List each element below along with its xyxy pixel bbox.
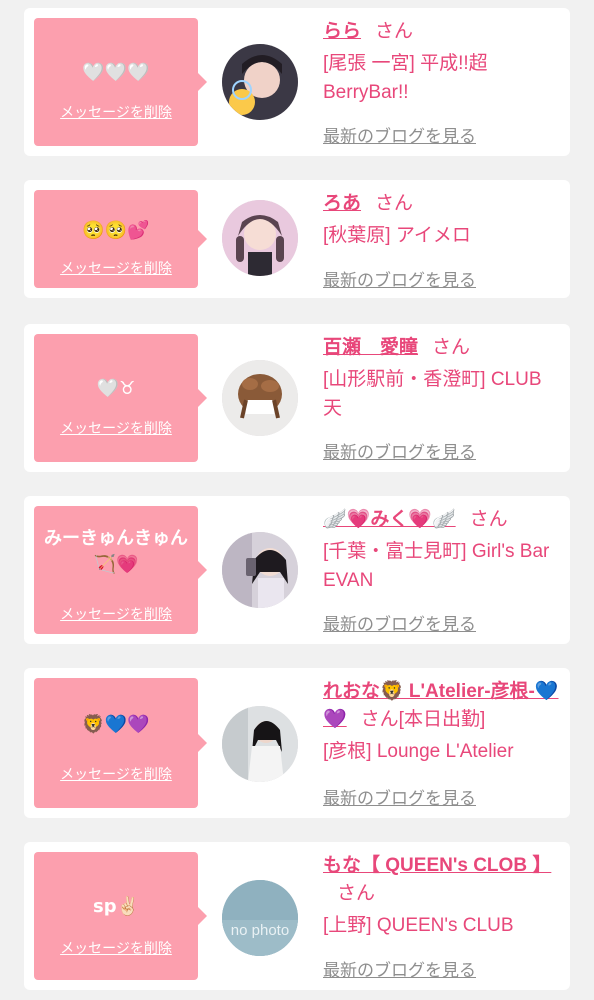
- cast-info: 百瀬 愛瞳 さん [山形駅前・香澄町] CLUB 天: [323, 334, 563, 423]
- view-blog-link[interactable]: 最新のブログを見る: [323, 610, 476, 635]
- avatar[interactable]: [222, 706, 298, 782]
- message-bubble: sp✌🏻 メッセージを削除: [34, 852, 207, 980]
- delete-message-link[interactable]: メッセージを削除: [34, 258, 198, 278]
- message-card: みーきゅんきゅん🏹💗 メッセージを削除 🪽💗みく💗🪽 さん [千葉・富士見町] G…: [24, 496, 570, 644]
- delete-message-link[interactable]: メッセージを削除: [34, 604, 198, 624]
- message-bubble: 🥺🥺💕 メッセージを削除: [34, 190, 207, 288]
- cast-info: ろあ さん [秋葉原] アイメロ: [323, 190, 563, 250]
- delete-message-link[interactable]: メッセージを削除: [34, 102, 198, 122]
- cast-name-link[interactable]: 百瀬 愛瞳: [323, 337, 418, 358]
- cast-info: れおな🦁 L'Atelier-彦根-💙💜 さん[本日出勤] [彦根] Lounge…: [323, 678, 563, 766]
- shop-name: [秋葉原] アイメロ: [323, 225, 471, 246]
- message-text: 🦁💙💜: [82, 714, 150, 735]
- honorific: さん: [432, 337, 471, 358]
- message-bubble: 🤍♉ メッセージを削除: [34, 334, 207, 462]
- honorific: さん: [337, 883, 376, 904]
- message-bubble: 🦁💙💜 メッセージを削除: [34, 678, 207, 808]
- message-card: 🤍🤍🤍 メッセージを削除 らら さん [尾張 一宮] 平成!!超BerryBar!…: [24, 8, 570, 156]
- message-card: 🦁💙💜 メッセージを削除 れおな🦁 L'Atelier-彦根-💙💜 さん[本日出勤…: [24, 668, 570, 818]
- message-text: みーきゅんきゅん🏹💗: [44, 528, 188, 575]
- delete-message-link[interactable]: メッセージを削除: [34, 764, 198, 784]
- shop-name: [山形駅前・香澄町] CLUB 天: [323, 369, 542, 419]
- cast-name-link[interactable]: らら: [323, 21, 361, 42]
- avatar[interactable]: [222, 44, 298, 120]
- message-card: 🥺🥺💕 メッセージを削除 ろあ さん [秋葉原] アイメロ 最新のブログを見る: [24, 180, 570, 298]
- message-text: 🤍🤍🤍: [82, 62, 150, 83]
- delete-message-link[interactable]: メッセージを削除: [34, 418, 198, 438]
- delete-message-link[interactable]: メッセージを削除: [34, 938, 198, 958]
- message-text: 🥺🥺💕: [82, 220, 150, 241]
- avatar[interactable]: [222, 532, 298, 608]
- message-bubble: 🤍🤍🤍 メッセージを削除: [34, 18, 207, 146]
- shop-name: [上野] QUEEN's CLUB: [323, 915, 514, 936]
- message-text: 🤍♉: [96, 378, 136, 399]
- avatar[interactable]: no photo: [222, 880, 298, 956]
- avatar[interactable]: [222, 200, 298, 276]
- view-blog-link[interactable]: 最新のブログを見る: [323, 122, 476, 147]
- honorific: さん[本日出勤]: [360, 709, 486, 730]
- view-blog-link[interactable]: 最新のブログを見る: [323, 266, 476, 291]
- shop-name: [尾張 一宮] 平成!!超BerryBar!!: [323, 53, 488, 103]
- view-blog-link[interactable]: 最新のブログを見る: [323, 438, 476, 463]
- cast-info: 🪽💗みく💗🪽 さん [千葉・富士見町] Girl's Bar EVAN: [323, 506, 563, 595]
- shop-name: [彦根] Lounge L'Atelier: [323, 741, 514, 762]
- message-text: sp✌🏻: [92, 896, 139, 917]
- avatar[interactable]: [222, 360, 298, 436]
- cast-info: もな【 QUEEN's CLOB 】さん [上野] QUEEN's CLUB: [323, 852, 563, 940]
- cast-name-link[interactable]: ろあ: [323, 193, 361, 214]
- cast-name-link[interactable]: もな【 QUEEN's CLOB 】: [323, 855, 551, 876]
- view-blog-link[interactable]: 最新のブログを見る: [323, 956, 476, 981]
- cast-name-link[interactable]: 🪽💗みく💗🪽: [323, 509, 456, 530]
- honorific: さん: [375, 21, 414, 42]
- honorific: さん: [375, 193, 414, 214]
- message-bubble: みーきゅんきゅん🏹💗 メッセージを削除: [34, 506, 207, 634]
- shop-name: [千葉・富士見町] Girl's Bar EVAN: [323, 541, 550, 591]
- view-blog-link[interactable]: 最新のブログを見る: [323, 784, 476, 809]
- message-card: sp✌🏻 メッセージを削除 no photo もな【 QUEEN's CLOB …: [24, 842, 570, 990]
- honorific: さん: [469, 509, 508, 530]
- cast-info: らら さん [尾張 一宮] 平成!!超BerryBar!!: [323, 18, 563, 107]
- message-card: 🤍♉ メッセージを削除 百瀬 愛瞳 さん [山形駅前・香澄町] CLUB 天 最新…: [24, 324, 570, 472]
- no-photo-label: no photo: [230, 922, 290, 939]
